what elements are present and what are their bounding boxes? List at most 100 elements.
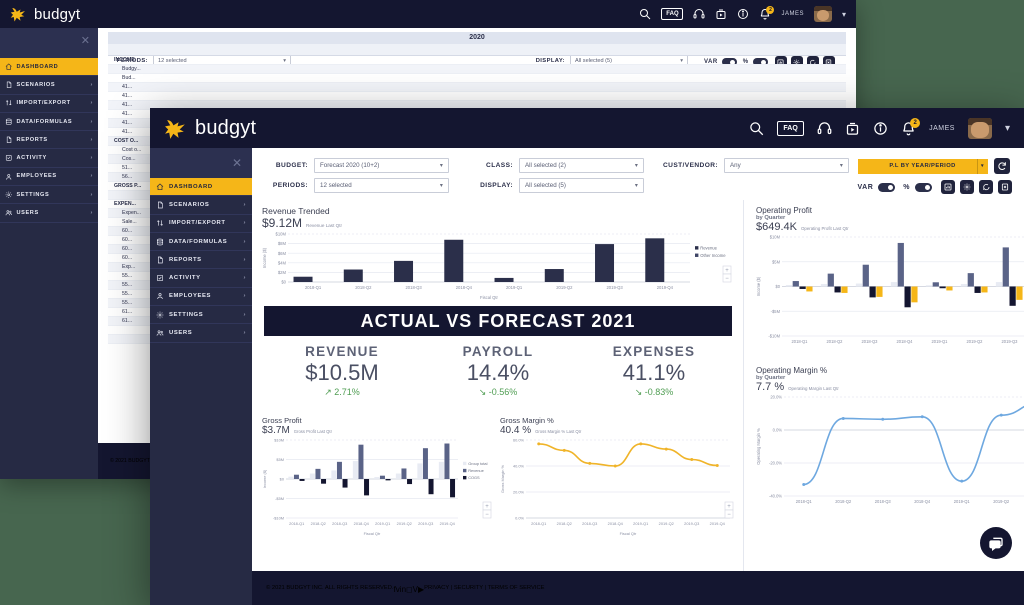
- chart-icon[interactable]: [941, 180, 955, 194]
- fg-display-select[interactable]: All selected (5) ▾: [519, 178, 644, 193]
- data-point[interactable]: [613, 464, 617, 468]
- chart-plot[interactable]: -40.0% -20.0% 0.0% 20.0% 2018-Q1 2018-Q2 2018-…: [756, 393, 1024, 512]
- bar[interactable]: [358, 444, 364, 479]
- user-menu-chevron-down-icon[interactable]: ▾: [842, 10, 846, 19]
- bar[interactable]: [407, 479, 413, 485]
- bar[interactable]: [336, 461, 342, 479]
- fg-pl-by-year-period-button[interactable]: P.L BY YEAR/PERIOD ▾: [857, 158, 988, 174]
- bar[interactable]: [428, 479, 434, 495]
- avatar[interactable]: [813, 6, 832, 22]
- bar[interactable]: [444, 239, 464, 282]
- bar[interactable]: [981, 286, 988, 293]
- data-point[interactable]: [588, 461, 592, 465]
- grid-row[interactable]: Bud...: [108, 74, 846, 83]
- instagram-icon[interactable]: ◻: [406, 585, 413, 594]
- user-menu-chevron-down-icon[interactable]: ▾: [1005, 123, 1010, 134]
- bar[interactable]: [331, 470, 337, 479]
- data-point[interactable]: [960, 479, 964, 483]
- bar[interactable]: [890, 282, 898, 287]
- sidebar-item-data-formulas[interactable]: DATA/FORMULAS ›: [0, 113, 98, 132]
- fg-periods-select[interactable]: 12 selected ▾: [314, 178, 449, 193]
- data-point[interactable]: [537, 442, 541, 446]
- sidebar-item-dashboard[interactable]: DASHBOARD: [0, 58, 98, 77]
- sidebar-item-data-formulas[interactable]: DATA/FORMULAS ›: [150, 233, 252, 252]
- gross-profit-card[interactable]: Gross Profit $3.7M Gross Profit Last Qtr -$…: [262, 416, 494, 538]
- line-series[interactable]: [803, 402, 1024, 486]
- bar[interactable]: [1009, 286, 1016, 306]
- chart-plot[interactable]: 0.0% 20.0% 40.0% 60.0% 2018-Q1 2018-Q2 2018-Q3…: [500, 436, 736, 536]
- data-point[interactable]: [664, 447, 668, 451]
- bar[interactable]: [395, 473, 401, 479]
- data-point[interactable]: [881, 417, 885, 421]
- bar[interactable]: [293, 474, 299, 479]
- notifications-bell-icon[interactable]: 2: [901, 117, 921, 136]
- info-icon[interactable]: [873, 121, 888, 136]
- legend-label[interactable]: Other Income: [700, 253, 726, 258]
- fg-class-select[interactable]: All selected (2) ▾: [519, 158, 644, 173]
- bar[interactable]: [932, 282, 939, 287]
- data-point[interactable]: [690, 458, 694, 461]
- bar[interactable]: [869, 286, 876, 298]
- bar[interactable]: [417, 463, 423, 479]
- bar[interactable]: [799, 286, 806, 289]
- bar[interactable]: [309, 473, 315, 479]
- gear-icon[interactable]: [960, 180, 974, 194]
- bar[interactable]: [792, 281, 799, 287]
- sidebar-close-icon[interactable]: ✕: [81, 34, 90, 47]
- support-headset-icon[interactable]: [693, 8, 705, 20]
- bar[interactable]: [960, 284, 968, 287]
- refresh-icon[interactable]: [993, 158, 1010, 174]
- info-icon[interactable]: [737, 8, 749, 20]
- bar[interactable]: [343, 269, 363, 282]
- sidebar-item-users[interactable]: USERS ›: [150, 324, 252, 343]
- bar[interactable]: [820, 284, 828, 287]
- sidebar-item-settings[interactable]: SETTINGS ›: [0, 186, 98, 205]
- sidebar-item-employees[interactable]: EMPLOYEES ›: [150, 288, 252, 307]
- legend-label[interactable]: COGS: [468, 475, 480, 480]
- grid-row[interactable]: INCOME: [108, 56, 846, 65]
- sidebar-item-activity[interactable]: ACTIVITY ›: [0, 149, 98, 168]
- chart-plot[interactable]: -$10M -$5M $0 $5M $10M 2018-Q1 2018-Q2 2018-Q3 2…: [262, 436, 494, 536]
- bar[interactable]: [911, 286, 918, 303]
- sidebar-item-employees[interactable]: EMPLOYEES ›: [0, 168, 98, 187]
- grid-row[interactable]: 41...: [108, 92, 846, 101]
- data-point[interactable]: [802, 482, 806, 486]
- revenue-trended-card[interactable]: Revenue Trended $9.12M Revenue Last Qtr $0 $…: [262, 206, 734, 302]
- bar[interactable]: [352, 461, 358, 479]
- bar[interactable]: [904, 286, 911, 308]
- legend-label[interactable]: Group total: [468, 461, 487, 466]
- bar[interactable]: [385, 479, 391, 481]
- sidebar-item-scenarios[interactable]: SCENARIOS ›: [150, 196, 252, 215]
- video-tutorial-icon[interactable]: [845, 121, 860, 136]
- grid-toolbar-band[interactable]: [108, 44, 846, 56]
- gross-margin-card[interactable]: Gross Margin % 40.4 % Gross Margin % Last …: [500, 416, 736, 538]
- bar[interactable]: [925, 285, 933, 287]
- bar[interactable]: [422, 448, 428, 479]
- bar[interactable]: [645, 238, 665, 282]
- chat-bubble-icon[interactable]: [980, 527, 1012, 559]
- bar[interactable]: [444, 443, 450, 479]
- sidebar-item-import-export[interactable]: IMPORT/EXPORT ›: [0, 95, 98, 113]
- search-icon[interactable]: [639, 8, 651, 20]
- sidebar-item-scenarios[interactable]: SCENARIOS ›: [0, 76, 98, 95]
- data-point[interactable]: [920, 415, 924, 419]
- sidebar-item-dashboard[interactable]: DASHBOARD: [150, 178, 252, 197]
- data-point[interactable]: [999, 413, 1003, 417]
- data-point[interactable]: [639, 442, 643, 446]
- comment-icon[interactable]: [979, 180, 993, 194]
- bar[interactable]: [995, 282, 1003, 287]
- bar[interactable]: [974, 286, 981, 293]
- sidebar-item-import-export[interactable]: IMPORT/EXPORT ›: [150, 215, 252, 233]
- sidebar-close-icon[interactable]: ✕: [232, 156, 242, 170]
- sidebar-item-reports[interactable]: REPORTS ›: [0, 131, 98, 150]
- operating-margin-card[interactable]: Operating Margin % by Quarter 7.7 % Operati…: [756, 366, 1024, 514]
- bar[interactable]: [827, 273, 834, 287]
- bar[interactable]: [379, 475, 385, 479]
- sidebar-item-settings[interactable]: SETTINGS ›: [150, 306, 252, 325]
- bar[interactable]: [841, 286, 848, 293]
- grid-row[interactable]: Budgy...: [108, 65, 846, 74]
- bar[interactable]: [438, 461, 444, 479]
- bar[interactable]: [876, 286, 883, 297]
- line-series[interactable]: [538, 443, 718, 467]
- faq-button[interactable]: FAQ: [777, 120, 805, 136]
